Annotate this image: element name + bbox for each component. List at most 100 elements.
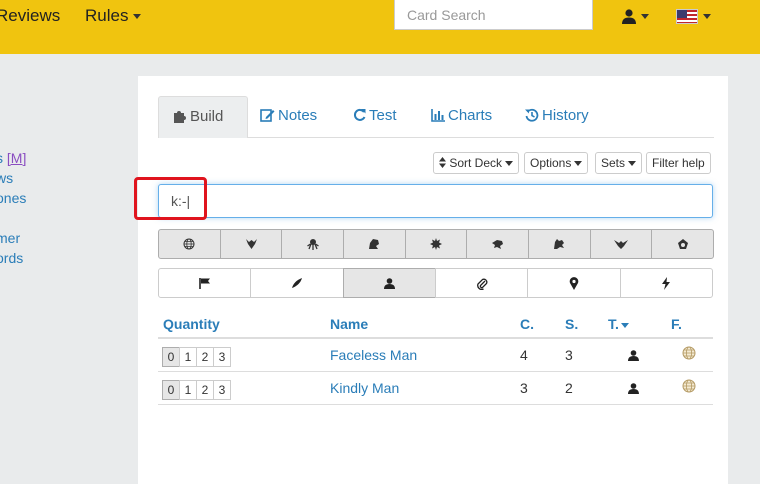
sort-deck-label: Sort Deck [449,156,503,170]
targaryen-icon [614,240,629,249]
sidebar-link-6[interactable]: ords [0,250,23,266]
sidebar-link-label: ws [0,170,14,186]
lannister-icon [369,239,380,249]
quantity-selector: 0 1 2 3 [162,380,231,400]
tab-label: Charts [448,107,493,124]
column-header-type[interactable]: T. [608,316,629,332]
card-name-link[interactable]: Kindly Man [330,380,399,396]
character-icon [383,277,395,289]
sidebar-link-label: s [0,150,3,166]
puzzle-icon [174,111,186,123]
column-header-name[interactable]: Name [330,316,368,332]
faction-filter-nightswatch[interactable] [466,229,530,259]
user-icon [622,8,636,24]
user-menu-dropdown[interactable] [622,6,649,26]
sidebar-link-3[interactable]: ws [0,170,13,186]
faction-filter-stark[interactable] [528,229,591,259]
nightswatch-icon [492,240,504,249]
sidebar-link-label: mer [0,230,21,246]
sets-button[interactable]: Sets [595,152,643,174]
column-header-faction[interactable]: F. [671,316,682,332]
type-filter-event[interactable] [619,268,713,298]
column-header-cost[interactable]: C. [520,316,534,332]
faction-filter-targaryen[interactable] [589,229,653,259]
card-search-input[interactable] [395,0,592,29]
nav-rules-dropdown[interactable]: Rules [85,6,142,26]
type-filter-attachment[interactable] [434,268,529,298]
options-button[interactable]: Options [524,152,589,174]
faction-filter-group [158,229,715,259]
tab-bar: Build Notes Test Charts History [158,96,714,138]
neutral-icon [183,238,195,250]
filter-help-label: Filter help [652,156,705,170]
table-header-row: Quantity Name C. S. T. F. [158,308,713,339]
tab-build[interactable]: Build [158,96,248,138]
quantity-option-1[interactable]: 1 [179,347,197,367]
type-filter-character[interactable] [342,268,436,298]
martell-icon [430,238,443,250]
quantity-option-1[interactable]: 1 [179,380,197,400]
column-header-quantity[interactable]: Quantity [163,316,220,332]
sidebar-link-label: ones [0,190,27,206]
faction-filter-martell[interactable] [404,229,468,259]
nav-rules-label: Rules [85,6,129,25]
quantity-option-2[interactable]: 2 [196,347,214,367]
plot-icon [291,278,302,288]
character-icon [628,381,639,399]
faction-filter-lannister[interactable] [343,229,406,259]
tab-test[interactable]: Test [339,96,411,138]
card-search-box [394,0,593,30]
bar-chart-icon [431,109,445,122]
type-filter-plot[interactable] [250,268,344,298]
tab-label: Test [369,107,397,124]
tab-history[interactable]: History [511,96,603,138]
us-flag-icon [676,8,698,24]
type-filter-agenda[interactable] [158,268,252,298]
location-icon [569,276,579,290]
quantity-option-2[interactable]: 2 [196,380,214,400]
sidebar-link-2[interactable]: s [M] [0,150,26,166]
tab-charts[interactable]: Charts [417,96,506,138]
faction-filter-tyrell[interactable] [651,229,715,259]
caret-down-icon [628,161,637,167]
attachment-icon [476,278,488,290]
card-cost: 4 [520,347,528,363]
tyrell-icon [677,239,688,249]
faction-filter-baratheon[interactable] [219,229,283,259]
sort-deck-button[interactable]: Sort Deck [433,152,520,174]
quantity-option-0[interactable]: 0 [162,347,180,367]
table-row: 0 1 2 3 Faceless Man 4 3 [158,339,713,372]
caret-down-icon [641,13,649,19]
sidebar-link-5[interactable]: mer [0,230,20,246]
card-cost: 3 [520,380,528,396]
table-row: 0 1 2 3 Kindly Man 3 2 [158,372,713,405]
sidebar-link-tag[interactable]: [M] [7,150,26,166]
card-name-link[interactable]: Faceless Man [330,347,417,363]
neutral-icon [682,346,696,365]
column-header-strength[interactable]: S. [565,316,578,332]
nav-reviews-link[interactable]: Reviews [0,6,60,26]
agenda-icon [198,278,210,289]
quantity-option-3[interactable]: 3 [213,347,231,367]
tab-notes[interactable]: Notes [246,96,331,138]
caret-down-icon [703,13,711,19]
tab-label: Build [190,108,224,125]
filter-help-button[interactable]: Filter help [646,152,711,174]
sidebar-link-4[interactable]: ones [0,190,26,206]
quantity-option-3[interactable]: 3 [213,380,231,400]
refresh-icon [353,108,366,121]
quantity-option-0[interactable]: 0 [162,380,180,400]
greyjoy-icon [306,239,319,250]
caret-down-icon [505,161,514,167]
card-filter-box [158,184,713,218]
neutral-icon [682,379,696,398]
faction-filter-neutral[interactable] [158,229,221,259]
edit-icon [260,109,275,122]
language-dropdown[interactable] [676,6,711,26]
sort-icon [439,157,446,168]
character-icon [628,348,639,366]
faction-filter-greyjoy[interactable] [281,229,345,259]
type-filter-location[interactable] [527,268,621,298]
card-filter-input[interactable] [159,185,712,217]
tab-label: History [542,107,589,124]
